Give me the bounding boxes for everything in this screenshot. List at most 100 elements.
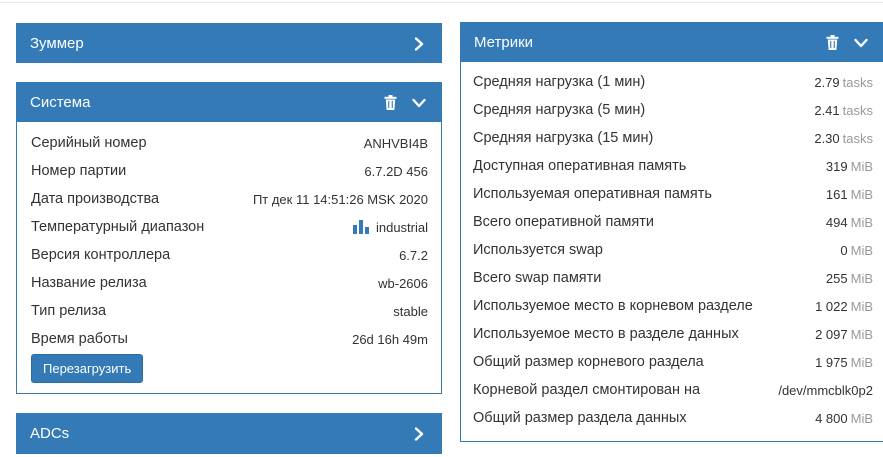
panel-adcs-header[interactable]: ADCs	[17, 414, 441, 453]
list-item: Температурный диапазон industrial	[31, 213, 428, 241]
list-item: Общий размер корневого раздела 1 975 MiB	[473, 348, 873, 376]
metric-label: Используемое место в корневом разделе	[473, 298, 753, 314]
metric-unit: MiB	[850, 158, 873, 174]
panel-system-header[interactable]: Система	[17, 83, 441, 122]
panel-metrics: Метрики Средняя нагрузка (1 мин) 2.79 tas…	[460, 22, 883, 442]
metric-label: Доступная оперативная память	[473, 158, 687, 174]
metric-label: Используемое место в разделе данных	[473, 326, 739, 342]
metric-number: 1 975	[815, 354, 848, 370]
metric-label: Общий размер корневого раздела	[473, 354, 704, 370]
list-item: Всего swap памяти 255 MiB	[473, 264, 873, 292]
list-item: Общий размер раздела данных 4 800 MiB	[473, 404, 873, 432]
reboot-button[interactable]: Перезагрузить	[31, 354, 144, 383]
metric-value: 2.79 tasks	[814, 75, 873, 90]
temperature-range-text: industrial	[375, 219, 428, 235]
bar-chart-icon	[352, 220, 369, 234]
metric-value: 2 097 MiB	[815, 327, 873, 342]
trash-icon[interactable]	[380, 93, 400, 113]
panel-title: ADCs	[30, 425, 70, 442]
chevron-right-icon[interactable]	[409, 424, 429, 444]
panel-metrics-body: Средняя нагрузка (1 мин) 2.79 tasks Средн…	[461, 62, 883, 432]
metric-label: Средняя нагрузка (5 мин)	[473, 102, 646, 118]
panel-adcs: ADCs	[16, 413, 442, 454]
metric-number: 0	[840, 242, 848, 258]
metric-value: 4 800 MiB	[815, 411, 873, 426]
list-item: Время работы 26d 16h 49m	[31, 325, 428, 353]
production-date-value: Пт дек 11 14:51:26 MSK 2020	[252, 191, 428, 207]
metric-number: 494	[825, 214, 848, 230]
metric-value: 0 MiB	[840, 243, 873, 258]
list-item: Название релиза wb-2606	[31, 269, 428, 297]
uptime-value: 26d 16h 49m	[352, 331, 428, 347]
metric-unit: tasks	[842, 102, 873, 118]
metric-label: Общий размер раздела данных	[473, 410, 687, 426]
panel-system-body: Серийный номер ANHVBI4B Номер партии 6.7…	[17, 122, 441, 383]
metric-number: 2.79	[814, 74, 840, 90]
panel-metrics-header[interactable]: Метрики	[461, 23, 883, 62]
list-item: Дата производства Пт дек 11 14:51:26 MSK…	[31, 185, 428, 213]
metric-value: 319 MiB	[826, 159, 873, 174]
list-item: Номер партии 6.7.2D 456	[31, 157, 428, 185]
metric-label: Используется swap	[473, 242, 603, 258]
list-item: Корневой раздел смонтирован на /dev/mmcb…	[473, 376, 873, 404]
top-divider	[0, 2, 883, 3]
trash-icon[interactable]	[822, 33, 842, 53]
metric-label: Всего оперативной памяти	[473, 214, 654, 230]
metric-value: 494 MiB	[826, 215, 873, 230]
metric-label: Используемая оперативная память	[473, 186, 712, 202]
metric-number: 255	[825, 270, 848, 286]
metric-label: Всего swap памяти	[473, 270, 602, 286]
release-name-label: Название релиза	[31, 275, 147, 291]
metric-number: 2 097	[815, 326, 848, 342]
panel-system: Система Серийный номер ANHVBI4B Номер па…	[16, 82, 442, 394]
list-item: Используемая оперативная память 161 MiB	[473, 180, 873, 208]
metric-unit: MiB	[850, 326, 873, 342]
metric-unit: tasks	[842, 130, 873, 146]
temperature-range-value: industrial	[352, 219, 428, 235]
metric-value: 2.41 tasks	[814, 103, 873, 118]
serial-number-value: ANHVBI4B	[363, 135, 428, 151]
temperature-range-label: Температурный диапазон	[31, 219, 205, 235]
metric-value: 2.30 tasks	[814, 131, 873, 146]
metric-number: 1 022	[815, 298, 848, 314]
metric-number: 2.30	[814, 130, 840, 146]
metric-unit: tasks	[842, 74, 873, 90]
panel-title: Система	[30, 94, 91, 111]
list-item: Версия контроллера 6.7.2	[31, 241, 428, 269]
metric-unit: MiB	[850, 354, 873, 370]
metric-unit: MiB	[850, 410, 873, 426]
list-item: Используемое место в корневом разделе 1 …	[473, 292, 873, 320]
controller-version-value: 6.7.2	[399, 247, 428, 263]
metric-unit: MiB	[850, 186, 873, 202]
metric-value: 161 MiB	[826, 187, 873, 202]
metric-number: /dev/mmcblk0p2	[778, 382, 873, 398]
metric-label: Средняя нагрузка (1 мин)	[473, 74, 646, 90]
list-item: Доступная оперативная память 319 MiB	[473, 152, 873, 180]
batch-number-label: Номер партии	[31, 163, 127, 179]
metric-unit: MiB	[850, 242, 873, 258]
chevron-right-icon[interactable]	[409, 34, 429, 54]
metric-number: 2.41	[814, 102, 840, 118]
metric-unit: MiB	[850, 270, 873, 286]
list-item: Тип релиза stable	[31, 297, 428, 325]
metric-value: 255 MiB	[826, 271, 873, 286]
metric-number: 4 800	[815, 410, 848, 426]
panel-zummer-header[interactable]: Зуммер	[17, 24, 441, 63]
chevron-down-icon[interactable]	[409, 93, 429, 113]
chevron-down-icon[interactable]	[851, 33, 871, 53]
controller-version-label: Версия контроллера	[31, 247, 171, 263]
metric-unit: MiB	[850, 214, 873, 230]
panel-title: Зуммер	[30, 35, 84, 52]
metric-label: Корневой раздел смонтирован на	[473, 382, 701, 398]
release-type-label: Тип релиза	[31, 303, 107, 319]
serial-number-label: Серийный номер	[31, 135, 147, 151]
metric-value: 1 975 MiB	[815, 355, 873, 370]
metric-value: /dev/mmcblk0p2	[778, 383, 873, 398]
list-item: Средняя нагрузка (1 мин) 2.79 tasks	[473, 68, 873, 96]
batch-number-value: 6.7.2D 456	[364, 163, 428, 179]
panel-title: Метрики	[474, 34, 534, 51]
list-item: Всего оперативной памяти 494 MiB	[473, 208, 873, 236]
panel-zummer: Зуммер	[16, 23, 442, 63]
uptime-label: Время работы	[31, 331, 128, 347]
release-name-value: wb-2606	[378, 275, 428, 291]
